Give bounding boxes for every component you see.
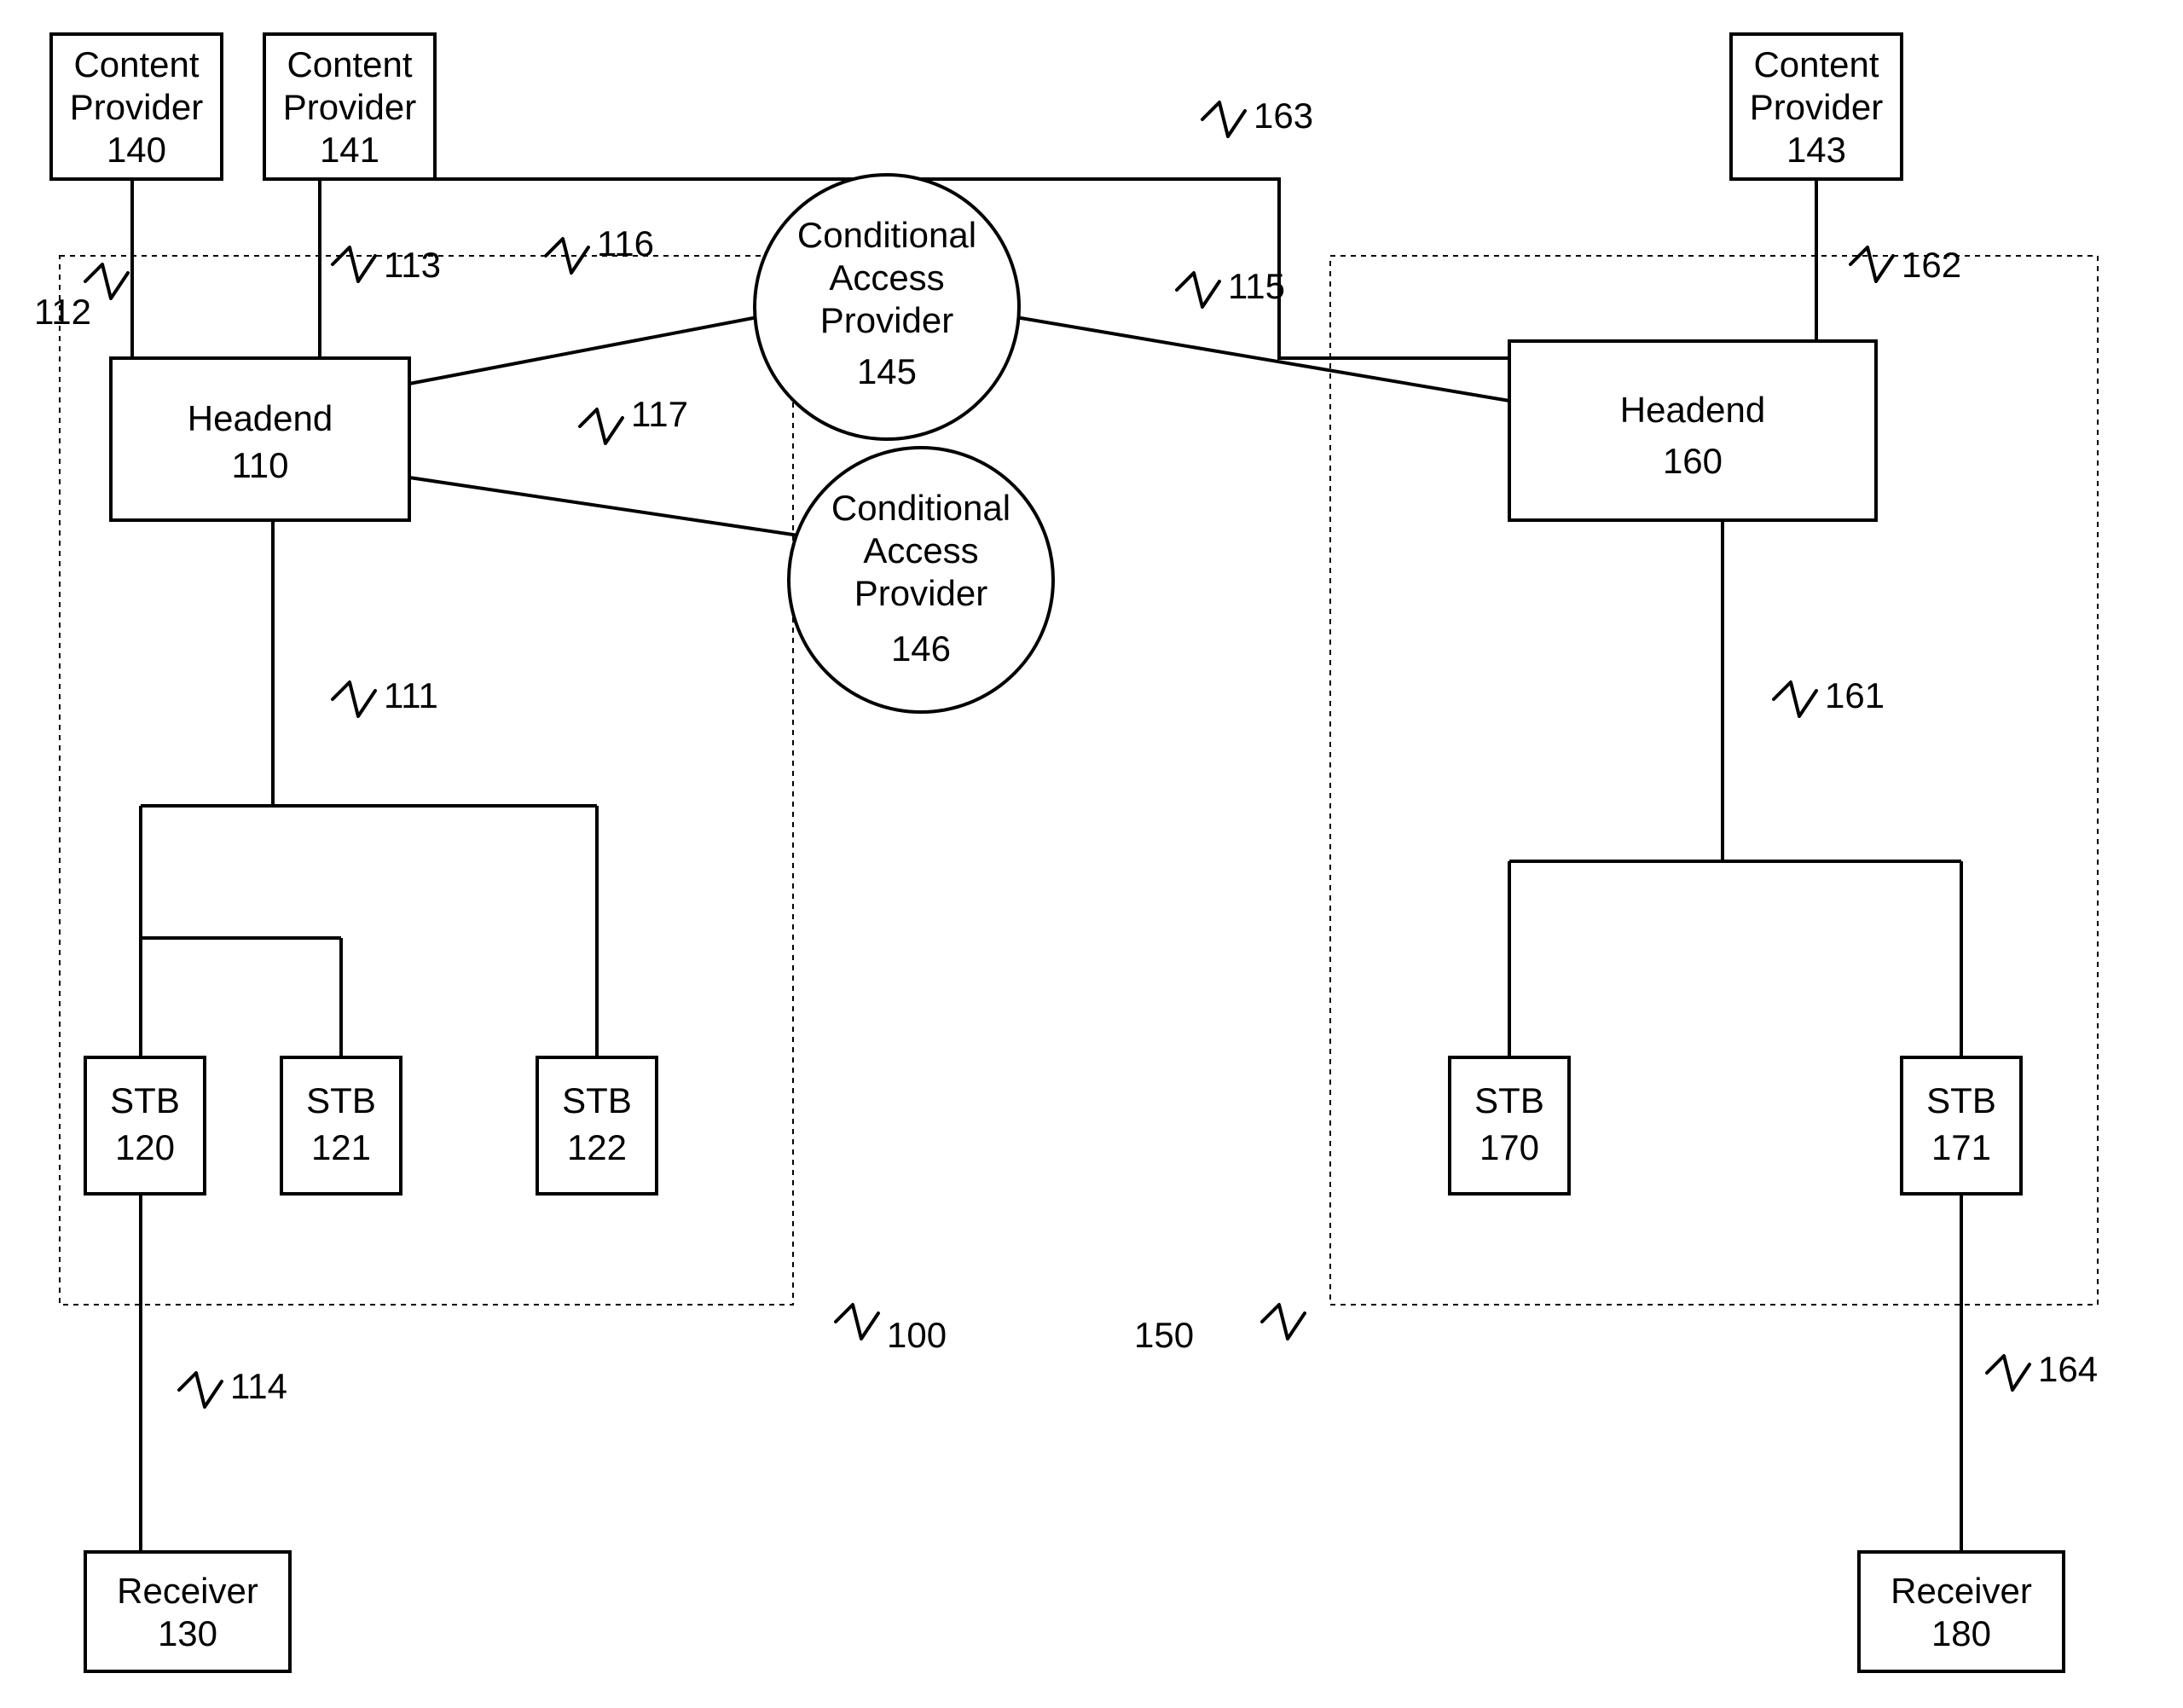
svg-text:121: 121 <box>311 1127 371 1167</box>
ref-162: 162 <box>1850 245 1961 285</box>
svg-text:130: 130 <box>158 1613 217 1653</box>
ref-164: 164 <box>1987 1349 2098 1390</box>
svg-text:Content: Content <box>1753 44 1879 84</box>
ref-114: 114 <box>179 1366 287 1407</box>
svg-text:Conditional: Conditional <box>797 215 976 255</box>
svg-text:122: 122 <box>567 1127 627 1167</box>
svg-text:170: 170 <box>1479 1127 1539 1167</box>
content-provider-140: Content Provider 140 <box>51 34 222 179</box>
svg-text:STB: STB <box>1474 1080 1544 1120</box>
svg-text:164: 164 <box>2038 1349 2098 1389</box>
headend-160: Headend 160 <box>1509 341 1876 520</box>
svg-text:STB: STB <box>562 1080 632 1120</box>
svg-text:100: 100 <box>887 1315 947 1355</box>
ref-100: 100 <box>836 1305 947 1355</box>
cap-145: Conditional Access Provider 145 <box>755 175 1019 439</box>
svg-text:110: 110 <box>232 445 289 485</box>
receiver-130: Receiver 130 <box>85 1552 290 1671</box>
svg-text:146: 146 <box>891 628 951 669</box>
svg-text:Provider: Provider <box>283 87 416 127</box>
ref-163: 163 <box>1202 96 1313 136</box>
svg-text:114: 114 <box>230 1366 287 1406</box>
ref-111: 111 <box>333 675 438 716</box>
stb-120: STB 120 <box>85 1057 205 1194</box>
link-117 <box>409 478 810 537</box>
link-115 <box>981 311 1509 401</box>
svg-text:Headend: Headend <box>188 398 333 438</box>
ref-150: 150 <box>1134 1305 1305 1355</box>
svg-text:150: 150 <box>1134 1315 1194 1355</box>
svg-text:161: 161 <box>1825 675 1885 715</box>
svg-text:Receiver: Receiver <box>117 1571 258 1611</box>
headend-110: Headend 110 <box>111 358 409 520</box>
svg-text:Conditional: Conditional <box>831 488 1010 528</box>
svg-text:Provider: Provider <box>854 573 987 613</box>
svg-text:117: 117 <box>631 394 688 434</box>
svg-text:180: 180 <box>1931 1613 1991 1653</box>
svg-text:171: 171 <box>1931 1127 1991 1167</box>
svg-text:120: 120 <box>115 1127 175 1167</box>
svg-text:115: 115 <box>1228 266 1285 306</box>
ref-117: 117 <box>580 394 688 443</box>
content-provider-141: Content Provider 141 <box>264 34 435 179</box>
ref-116: 116 <box>546 223 654 273</box>
svg-text:141: 141 <box>320 130 379 170</box>
svg-text:STB: STB <box>1926 1080 1996 1120</box>
stb-170: STB 170 <box>1450 1057 1569 1194</box>
svg-text:STB: STB <box>110 1080 180 1120</box>
svg-text:140: 140 <box>107 130 166 170</box>
receiver-180: Receiver 180 <box>1859 1552 2064 1671</box>
svg-text:112: 112 <box>34 292 91 332</box>
svg-text:111: 111 <box>384 675 438 715</box>
svg-text:160: 160 <box>1663 441 1723 481</box>
svg-text:Content: Content <box>73 44 199 84</box>
svg-text:116: 116 <box>597 223 654 263</box>
svg-text:Access: Access <box>829 258 944 298</box>
svg-text:Provider: Provider <box>70 87 203 127</box>
link-116 <box>409 311 789 384</box>
svg-text:143: 143 <box>1786 130 1846 170</box>
ref-112: 112 <box>34 264 128 332</box>
svg-text:Receiver: Receiver <box>1891 1571 2032 1611</box>
ref-161: 161 <box>1774 675 1885 716</box>
svg-text:162: 162 <box>1902 245 1961 285</box>
cap-146: Conditional Access Provider 146 <box>789 448 1053 712</box>
system-diagram: Content Provider 140 Content Provider 14… <box>0 0 2183 1708</box>
stb-121: STB 121 <box>281 1057 401 1194</box>
svg-text:Provider: Provider <box>820 300 953 340</box>
ref-113: 113 <box>333 245 441 285</box>
svg-text:STB: STB <box>306 1080 376 1120</box>
ref-115: 115 <box>1177 266 1285 307</box>
content-provider-143: Content Provider 143 <box>1731 34 1902 179</box>
svg-text:Headend: Headend <box>1620 390 1765 430</box>
svg-text:145: 145 <box>857 351 917 391</box>
stb-122: STB 122 <box>537 1057 657 1194</box>
stb-171: STB 171 <box>1902 1057 2021 1194</box>
svg-text:163: 163 <box>1254 96 1313 136</box>
svg-text:Access: Access <box>863 530 978 570</box>
svg-text:Provider: Provider <box>1750 87 1883 127</box>
svg-text:113: 113 <box>384 245 441 285</box>
svg-text:Content: Content <box>287 44 412 84</box>
